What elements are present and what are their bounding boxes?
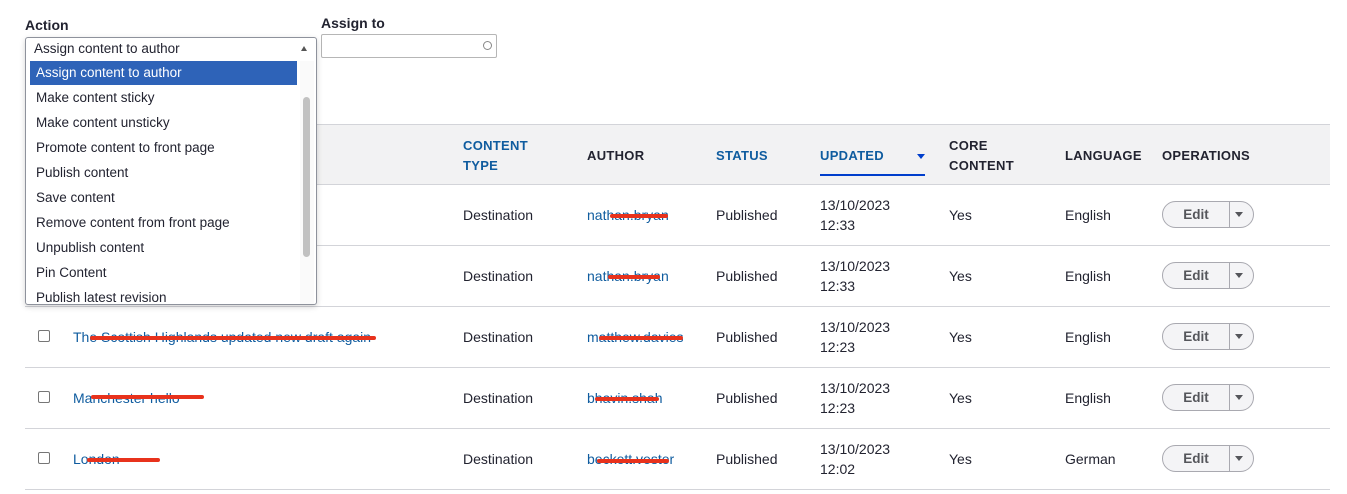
core-content-cell: Yes bbox=[949, 329, 972, 345]
redaction-mark bbox=[90, 336, 376, 340]
header-status[interactable]: STATUS bbox=[716, 146, 768, 166]
updated-time: 12:23 bbox=[820, 339, 856, 355]
content-type-cell: Destination bbox=[463, 207, 534, 223]
updated-time: 12:02 bbox=[820, 461, 856, 477]
select-arrow-up-icon bbox=[301, 46, 307, 51]
header-author: AUTHOR bbox=[587, 148, 645, 163]
updated-cell: 13/10/2023 12:23 bbox=[820, 317, 890, 357]
dropbutton-toggle-icon[interactable] bbox=[1235, 273, 1243, 278]
action-select[interactable]: Assign content to author Assign content … bbox=[25, 37, 317, 305]
table-row: London Destination beckett.vester Publis… bbox=[25, 429, 1330, 490]
action-option[interactable]: Unpublish content bbox=[30, 236, 297, 260]
core-content-cell: Yes bbox=[949, 451, 972, 467]
language-cell: English bbox=[1065, 268, 1111, 284]
header-updated[interactable]: UPDATED bbox=[820, 146, 925, 176]
language-cell: English bbox=[1065, 329, 1111, 345]
operations-dropbutton: Edit bbox=[1162, 323, 1254, 350]
sort-desc-icon bbox=[917, 154, 925, 159]
assign-to-input[interactable] bbox=[321, 34, 497, 58]
language-cell: English bbox=[1065, 390, 1111, 406]
edit-button[interactable]: Edit bbox=[1163, 446, 1230, 471]
action-option[interactable]: Make content unsticky bbox=[30, 111, 297, 135]
updated-cell: 13/10/2023 12:02 bbox=[820, 439, 890, 479]
status-cell: Published bbox=[716, 451, 778, 467]
dropbutton-toggle-icon[interactable] bbox=[1235, 334, 1243, 339]
redaction-mark bbox=[608, 275, 660, 279]
edit-button[interactable]: Edit bbox=[1163, 385, 1230, 410]
action-label: Action bbox=[25, 17, 69, 33]
row-select-checkbox[interactable] bbox=[38, 452, 50, 464]
header-content-type[interactable]: CONTENT TYPE bbox=[463, 136, 563, 176]
action-option[interactable]: Promote content to front page bbox=[30, 136, 297, 160]
table-row: The Scottish Highlands updated new draft… bbox=[25, 307, 1330, 368]
autocomplete-throbber-icon bbox=[483, 41, 492, 50]
action-option[interactable]: Publish latest revision bbox=[30, 286, 297, 304]
header-operations: OPERATIONS bbox=[1162, 148, 1250, 163]
core-content-cell: Yes bbox=[949, 390, 972, 406]
operations-dropbutton: Edit bbox=[1162, 262, 1254, 289]
language-cell: English bbox=[1065, 207, 1111, 223]
edit-button[interactable]: Edit bbox=[1163, 263, 1230, 288]
action-select-value: Assign content to author bbox=[34, 41, 180, 56]
core-content-cell: Yes bbox=[949, 268, 972, 284]
updated-cell: 13/10/2023 12:23 bbox=[820, 378, 890, 418]
row-select-checkbox[interactable] bbox=[38, 330, 50, 342]
content-type-cell: Destination bbox=[463, 329, 534, 345]
updated-time: 12:23 bbox=[820, 400, 856, 416]
redaction-mark bbox=[610, 214, 668, 218]
action-option[interactable]: Assign content to author bbox=[30, 61, 297, 85]
redaction-mark bbox=[595, 397, 659, 401]
header-core-content: CORE CONTENT bbox=[949, 138, 1014, 173]
updated-date: 13/10/2023 bbox=[820, 380, 891, 396]
header-updated-label: UPDATED bbox=[820, 148, 884, 163]
content-type-cell: Destination bbox=[463, 268, 534, 284]
operations-dropbutton: Edit bbox=[1162, 201, 1254, 228]
dropbutton-toggle-icon[interactable] bbox=[1235, 456, 1243, 461]
assign-to-label: Assign to bbox=[321, 15, 385, 31]
dropbutton-toggle-icon[interactable] bbox=[1235, 395, 1243, 400]
language-cell: German bbox=[1065, 451, 1116, 467]
action-option[interactable]: Remove content from front page bbox=[30, 211, 297, 235]
status-cell: Published bbox=[716, 207, 778, 223]
updated-date: 13/10/2023 bbox=[820, 197, 891, 213]
redaction-mark bbox=[597, 459, 669, 463]
redaction-mark bbox=[91, 395, 204, 399]
table-row: Manchester hello Destination bhavin.shah… bbox=[25, 368, 1330, 429]
row-select-checkbox[interactable] bbox=[38, 391, 50, 403]
updated-date: 13/10/2023 bbox=[820, 441, 891, 457]
dropbutton-toggle-icon[interactable] bbox=[1235, 212, 1243, 217]
action-option[interactable]: Make content sticky bbox=[30, 86, 297, 110]
action-option[interactable]: Pin Content bbox=[30, 261, 297, 285]
redaction-mark bbox=[599, 336, 683, 340]
dropdown-scrollbar[interactable] bbox=[300, 61, 314, 304]
action-option[interactable]: Save content bbox=[30, 186, 297, 210]
status-cell: Published bbox=[716, 329, 778, 345]
action-options-list: Assign content to author Make content st… bbox=[26, 61, 298, 304]
status-cell: Published bbox=[716, 390, 778, 406]
updated-cell: 13/10/2023 12:33 bbox=[820, 195, 890, 235]
scrollbar-thumb[interactable] bbox=[303, 97, 310, 257]
operations-dropbutton: Edit bbox=[1162, 384, 1254, 411]
edit-button[interactable]: Edit bbox=[1163, 324, 1230, 349]
status-cell: Published bbox=[716, 268, 778, 284]
content-type-cell: Destination bbox=[463, 451, 534, 467]
content-type-cell: Destination bbox=[463, 390, 534, 406]
core-content-cell: Yes bbox=[949, 207, 972, 223]
action-option[interactable]: Publish content bbox=[30, 161, 297, 185]
operations-dropbutton: Edit bbox=[1162, 445, 1254, 472]
header-language: LANGUAGE bbox=[1065, 148, 1142, 163]
updated-time: 12:33 bbox=[820, 217, 856, 233]
edit-button[interactable]: Edit bbox=[1163, 202, 1230, 227]
redaction-mark bbox=[87, 458, 160, 462]
updated-date: 13/10/2023 bbox=[820, 258, 891, 274]
updated-date: 13/10/2023 bbox=[820, 319, 891, 335]
updated-cell: 13/10/2023 12:33 bbox=[820, 256, 890, 296]
updated-time: 12:33 bbox=[820, 278, 856, 294]
